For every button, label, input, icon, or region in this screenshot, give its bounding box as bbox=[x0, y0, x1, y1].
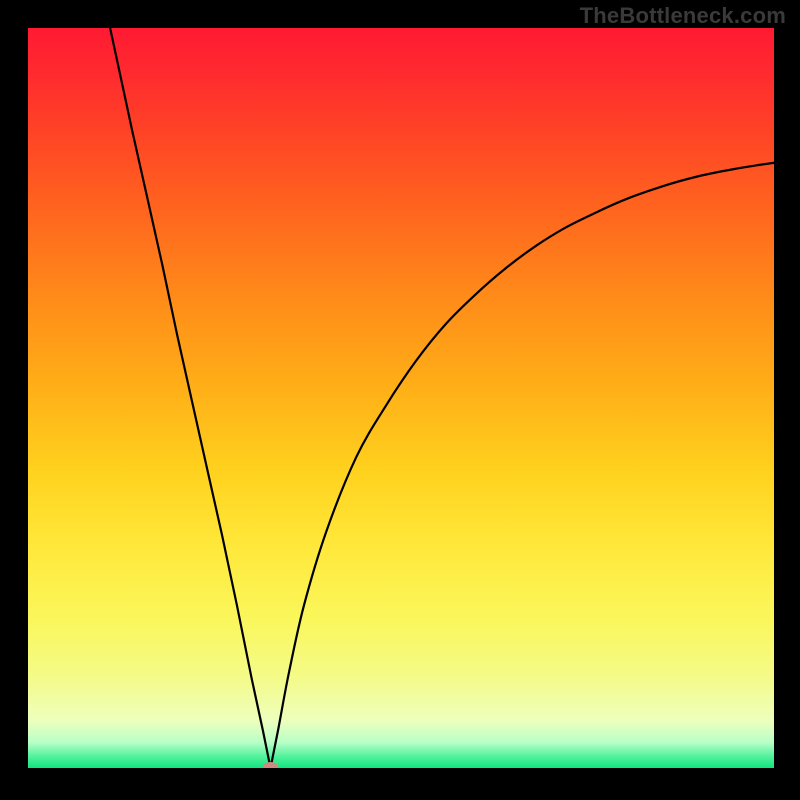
background-rect bbox=[28, 28, 774, 768]
watermark-text: TheBottleneck.com bbox=[580, 3, 786, 29]
plot-area bbox=[28, 28, 774, 768]
plot-svg bbox=[28, 28, 774, 768]
chart-frame: TheBottleneck.com bbox=[0, 0, 800, 800]
